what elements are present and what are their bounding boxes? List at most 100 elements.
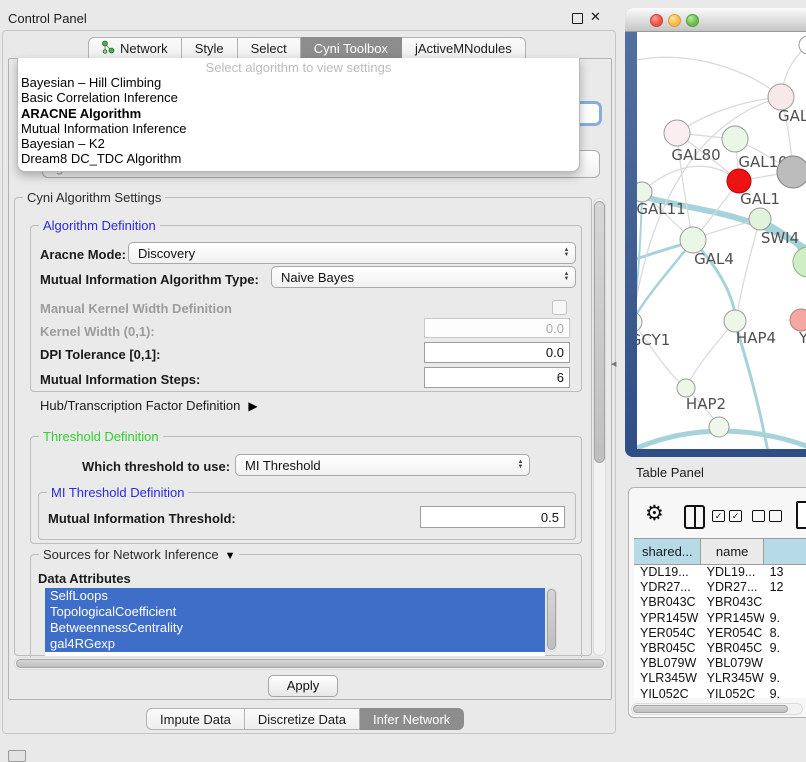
attributes-scrollbar-thumb[interactable] <box>547 589 556 650</box>
mi-steps-label: Mutual Information Steps: <box>40 372 200 387</box>
table-row[interactable]: YPR145WYPR145W9. <box>634 611 806 626</box>
network-node[interactable] <box>799 36 806 54</box>
attribute-item-selected[interactable]: SelfLoops <box>45 588 545 604</box>
apply-button[interactable]: Apply <box>268 675 338 697</box>
algorithm-option[interactable]: Mutual Information Inference <box>18 121 579 136</box>
float-window-icon[interactable] <box>572 13 583 24</box>
unchecked-box-icon <box>752 510 765 522</box>
table-row[interactable]: YER054CYER054C8. <box>634 626 806 641</box>
network-node[interactable] <box>793 247 806 277</box>
mi-threshold-field[interactable] <box>420 506 565 528</box>
tab-label: Infer Network <box>373 712 450 727</box>
network-node-gal10[interactable] <box>722 126 748 152</box>
network-node-y[interactable] <box>790 309 806 331</box>
table-cell: YPR145W <box>634 611 701 626</box>
network-node-swi4[interactable] <box>749 208 771 230</box>
network-edge[interactable] <box>686 321 735 388</box>
settings-horizontal-scrollbar-thumb[interactable] <box>16 659 604 668</box>
kernel-width-field[interactable] <box>424 318 570 338</box>
hub-definition-expander[interactable]: Hub/Transcription Factor Definition▶ <box>40 398 258 413</box>
network-edge[interactable] <box>736 219 760 320</box>
attribute-item-selected[interactable]: BetweennessCentrality <box>45 620 545 636</box>
tab-label: Select <box>251 41 287 56</box>
window-minimize-icon[interactable] <box>668 14 681 27</box>
algorithm-definition-title: Algorithm Definition <box>39 218 160 233</box>
tab-cyni-toolbox[interactable]: Cyni Toolbox <box>301 37 402 59</box>
tab-select[interactable]: Select <box>238 37 301 59</box>
settings-group-title: Cyni Algorithm Settings <box>23 190 165 205</box>
attribute-item-selected[interactable]: TopologicalCoefficient <box>45 604 545 620</box>
table-cell: YLR345W <box>701 671 764 686</box>
algorithm-option[interactable]: Bayesian – Hill Climbing <box>18 75 579 90</box>
table-row[interactable]: YDR27...YDR27...12 <box>634 580 806 595</box>
tab-discretize-data[interactable]: Discretize Data <box>245 708 360 730</box>
settings-gear-icon[interactable]: ⚙ <box>645 501 664 526</box>
tab-impute-data[interactable]: Impute Data <box>146 708 245 730</box>
table-horizontal-scrollbar-thumb[interactable] <box>633 705 788 713</box>
dpi-tolerance-field[interactable] <box>424 342 570 363</box>
table-row[interactable]: YDL19...YDL19...13 <box>634 565 806 580</box>
settings-vertical-scrollbar-thumb[interactable] <box>594 201 605 463</box>
mi-steps-field[interactable] <box>424 367 570 388</box>
tab-jactivemnodules[interactable]: jActiveMNodules <box>402 37 526 59</box>
window-zoom-icon[interactable] <box>686 14 699 27</box>
which-threshold-value: MI Threshold <box>236 458 512 473</box>
close-icon[interactable]: ✕ <box>590 9 601 25</box>
tab-infer-network[interactable]: Infer Network <box>360 708 464 730</box>
mi-threshold-group-title: MI Threshold Definition <box>47 485 188 500</box>
column-header-name[interactable]: name <box>701 539 764 564</box>
window-close-icon[interactable] <box>650 14 663 27</box>
aracne-mode-combo[interactable]: Discovery ▲▼ <box>128 242 576 264</box>
tab-style[interactable]: Style <box>182 37 238 59</box>
select-all-columns-icon[interactable]: ✓ ✓ <box>712 510 742 522</box>
column-header-shared...[interactable]: shared... <box>634 539 701 564</box>
table-row[interactable]: YBR045CYBR045C9. <box>634 641 806 656</box>
sources-group-title: Sources for Network Inference▼ <box>39 547 239 562</box>
node-label: SWI4 <box>761 229 799 247</box>
tab-network[interactable]: Network <box>88 37 182 59</box>
table-row[interactable]: YLR345WYLR345W9. <box>634 671 806 686</box>
table-header-row: shared...name <box>634 538 806 565</box>
network-node[interactable] <box>777 156 806 188</box>
unchecked-box-icon <box>769 510 782 522</box>
table-cell: 13 <box>764 565 806 580</box>
algorithm-option[interactable]: ARACNE Algorithm <box>18 106 579 121</box>
control-panel-tabs: NetworkStyle Select Cyni Toolbox jActiveMNo… <box>88 37 526 59</box>
which-threshold-combo[interactable]: MI Threshold ▲▼ <box>235 454 530 476</box>
network-node-gal11[interactable] <box>637 182 652 202</box>
algorithm-option[interactable]: Dream8 DC_TDC Algorithm <box>18 151 579 166</box>
tab-label: Cyni Toolbox <box>314 41 388 56</box>
table-row[interactable]: YBR043CYBR043C <box>634 595 806 610</box>
network-node-gal80[interactable] <box>664 120 690 146</box>
table-row[interactable]: YBL079WYBL079W <box>634 656 806 671</box>
network-edge[interactable] <box>637 57 781 97</box>
network-edge[interactable] <box>642 166 739 192</box>
table-row[interactable]: YIL052CYIL052C9. <box>634 687 806 699</box>
mi-type-combo[interactable]: Naive Bayes ▲▼ <box>271 266 576 288</box>
column-header-cut[interactable] <box>764 539 806 564</box>
attribute-item-selected[interactable]: gal4RGexp <box>45 636 545 652</box>
network-graph: GAL7GAL80GAL10GAL1GAL11SWI4GAL4GCY1HAP4Y… <box>637 32 806 449</box>
table-panel-title: Table Panel <box>636 465 704 480</box>
network-node[interactable] <box>709 417 729 437</box>
page-icon[interactable] <box>796 501 806 529</box>
data-attributes-label: Data Attributes <box>38 571 131 586</box>
table-cell <box>764 595 806 610</box>
collapse-down-icon[interactable]: ▼ <box>225 550 236 562</box>
table-cell <box>764 656 806 671</box>
algorithm-option[interactable]: Basic Correlation Inference <box>18 90 579 105</box>
node-label: GAL80 <box>671 146 720 164</box>
data-attributes-list[interactable]: SelfLoopsTopologicalCoefficientBetweenne… <box>45 588 545 656</box>
deselect-all-columns-icon[interactable] <box>752 510 782 522</box>
splitter-collapse-icon[interactable]: ◀ <box>611 360 616 368</box>
network-edge[interactable] <box>637 242 692 320</box>
manual-kernel-checkbox[interactable] <box>552 300 567 315</box>
network-canvas[interactable]: GAL7GAL80GAL10GAL1GAL11SWI4GAL4GCY1HAP4Y… <box>637 32 806 449</box>
minimized-panel-button[interactable] <box>8 750 26 762</box>
table-cell: YBL079W <box>701 656 764 671</box>
split-columns-icon[interactable] <box>684 505 705 529</box>
dpi-tolerance-label: DPI Tolerance [0,1]: <box>40 347 160 362</box>
table-cell: YDL19... <box>701 565 764 580</box>
network-node-gcy1[interactable] <box>637 312 642 332</box>
algorithm-option[interactable]: Bayesian – K2 <box>18 136 579 151</box>
